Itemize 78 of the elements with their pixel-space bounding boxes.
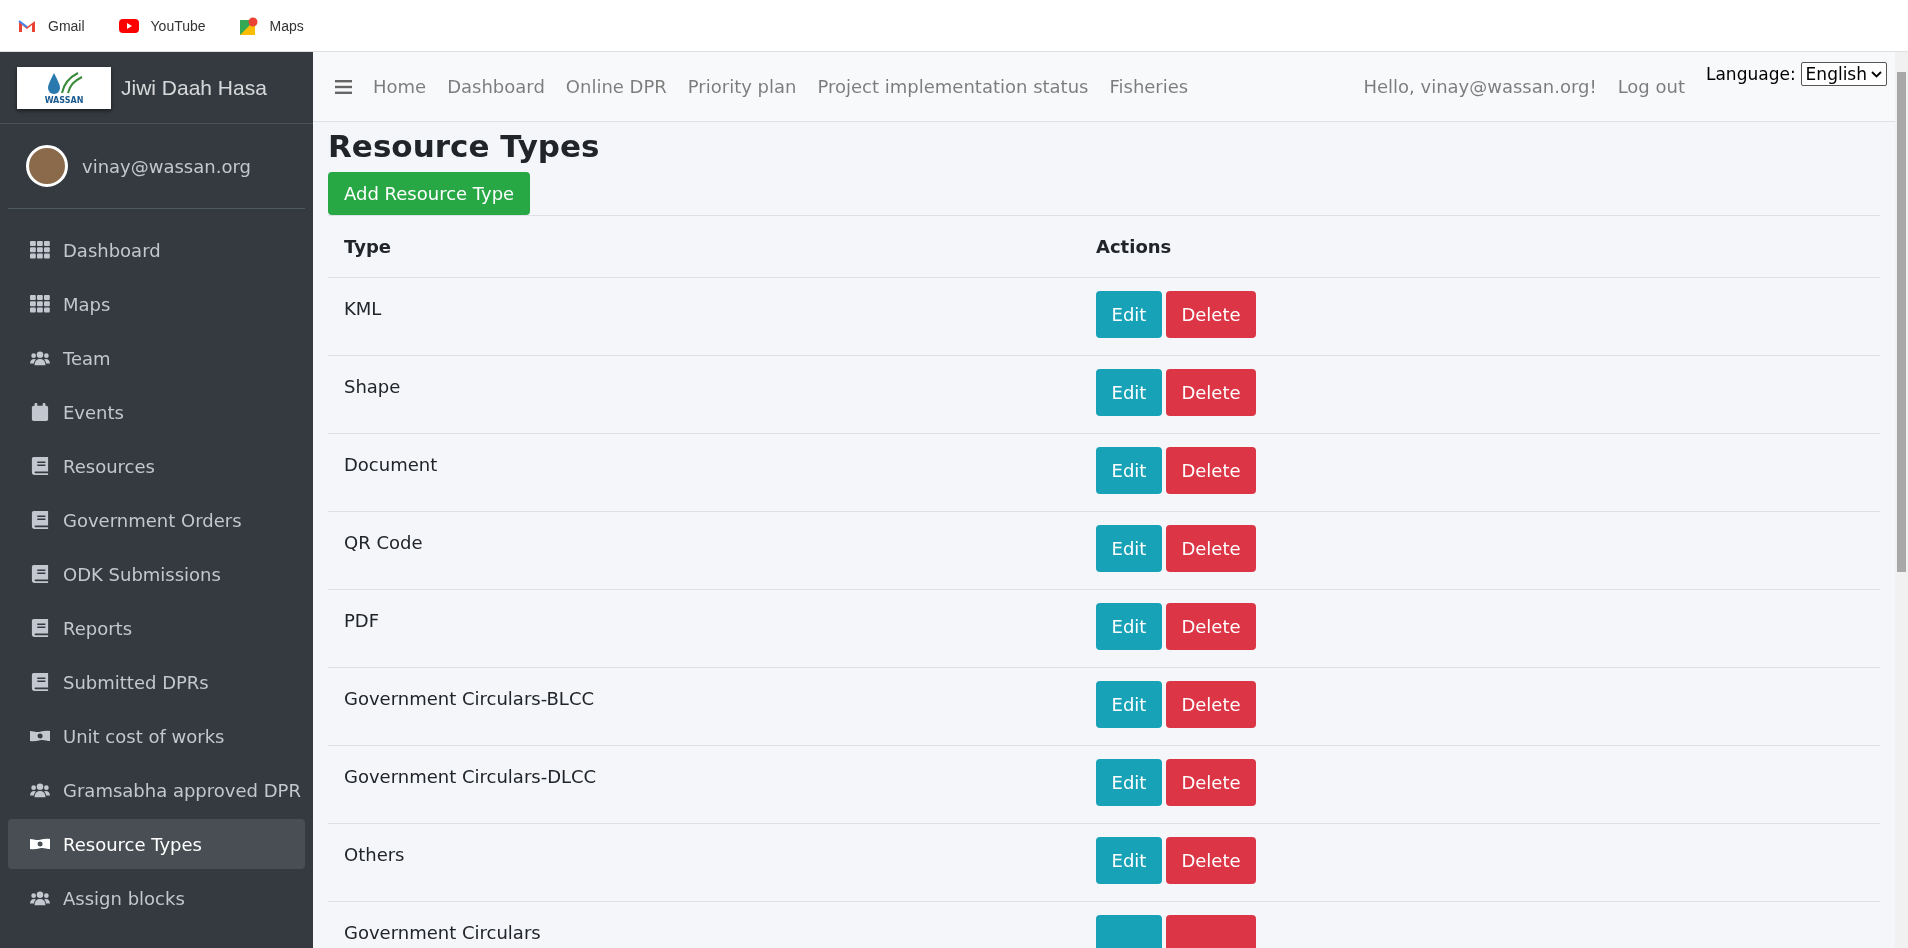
book-icon (30, 457, 50, 475)
edit-button[interactable]: Edit (1096, 369, 1162, 416)
language-label: Language: (1706, 64, 1796, 84)
logo: WASSAN (17, 66, 111, 109)
sidebar-item[interactable]: Government Orders (8, 495, 305, 545)
menu-icon[interactable] (335, 79, 352, 94)
edit-button[interactable]: Edit (1096, 759, 1162, 806)
users-icon (30, 349, 50, 367)
language-select[interactable]: English (1800, 62, 1887, 86)
nav-link[interactable]: Fisheries (1109, 76, 1189, 97)
bookmark-link[interactable]: YouTube (150, 17, 206, 34)
logout-link[interactable]: Log out (1617, 76, 1685, 97)
avatar (26, 145, 68, 187)
nav-link[interactable]: Dashboard (447, 76, 545, 97)
greeting-link[interactable]: Hello, vinay@wassan.org! (1363, 76, 1597, 97)
delete-button[interactable]: Delete (1166, 603, 1256, 650)
edit-button[interactable]: Edit (1096, 603, 1162, 650)
edit-button[interactable] (1096, 915, 1162, 948)
brand-title[interactable]: Jiwi Daah Hasa (121, 75, 267, 100)
map-pin-icon (239, 16, 258, 35)
sidebar-item[interactable]: Unit cost of works (8, 711, 305, 761)
table-cell: PDF (344, 610, 380, 631)
book-icon (30, 565, 50, 583)
sidebar-item[interactable]: Events (8, 387, 305, 437)
bookmark-link[interactable]: Maps (269, 17, 304, 34)
sidebar-item[interactable]: ODK Submissions (8, 549, 305, 599)
users-icon (30, 889, 50, 907)
table-cell: Government Circulars-BLCC (344, 688, 595, 709)
user-name[interactable]: vinay@wassan.org (82, 155, 251, 177)
calendar-icon (30, 403, 50, 421)
sidebar-item[interactable]: Submitted DPRs (8, 657, 305, 707)
mail-icon (18, 18, 36, 33)
book-icon (30, 511, 50, 529)
table-cell: Others (344, 844, 405, 865)
delete-button[interactable]: Delete (1166, 291, 1256, 338)
sidebar-item[interactable]: Gramsabha approved DPR (8, 765, 305, 815)
delete-button[interactable]: Delete (1166, 525, 1256, 572)
grid-icon (30, 241, 50, 259)
column-header: Type (328, 215, 1080, 278)
sidebar-item[interactable]: Resource Types (8, 819, 305, 869)
table-cell: Document (344, 454, 438, 475)
column-header: Actions (1080, 215, 1880, 278)
users-icon (30, 781, 50, 799)
delete-button[interactable] (1166, 915, 1256, 948)
scrollbar-thumb[interactable] (1897, 72, 1906, 572)
edit-button[interactable]: Edit (1096, 837, 1162, 884)
table-cell: Shape (344, 376, 401, 397)
page-title: Resource Types (328, 128, 601, 164)
nav-link[interactable]: Project implementation status (817, 76, 1089, 97)
nav-link[interactable]: Priority plan (687, 76, 797, 97)
add-resource-type-button[interactable]: Add Resource Type (328, 172, 531, 215)
sidebar-item[interactable]: Resources (8, 441, 305, 491)
book-icon (30, 619, 50, 637)
sidebar-item[interactable]: Team (8, 333, 305, 383)
delete-button[interactable]: Delete (1166, 759, 1256, 806)
sidebar-item[interactable]: Dashboard (8, 225, 305, 275)
book-icon (30, 673, 50, 691)
table-cell: Government Circulars-DLCC (344, 766, 597, 787)
bookmark-link[interactable]: Gmail (48, 17, 85, 34)
play-icon (118, 18, 139, 33)
nav-link[interactable]: Home (373, 76, 427, 97)
nav-link[interactable]: Online DPR (565, 76, 667, 97)
sidebar-item[interactable]: Reports (8, 603, 305, 653)
edit-button[interactable]: Edit (1096, 681, 1162, 728)
delete-button[interactable]: Delete (1166, 447, 1256, 494)
edit-button[interactable]: Edit (1096, 525, 1162, 572)
edit-button[interactable]: Edit (1096, 447, 1162, 494)
table-cell: QR Code (344, 532, 423, 553)
sidebar-item[interactable]: Maps (8, 279, 305, 329)
delete-button[interactable]: Delete (1166, 369, 1256, 416)
delete-button[interactable]: Delete (1166, 681, 1256, 728)
edit-button[interactable]: Edit (1096, 291, 1162, 338)
table-cell: KML (344, 298, 382, 319)
grid-icon (30, 295, 50, 313)
table-cell: Government Circulars (344, 922, 541, 943)
delete-button[interactable]: Delete (1166, 837, 1256, 884)
chevron-down-icon (1871, 70, 1882, 78)
sidebar-item[interactable]: Assign blocks (8, 873, 305, 923)
